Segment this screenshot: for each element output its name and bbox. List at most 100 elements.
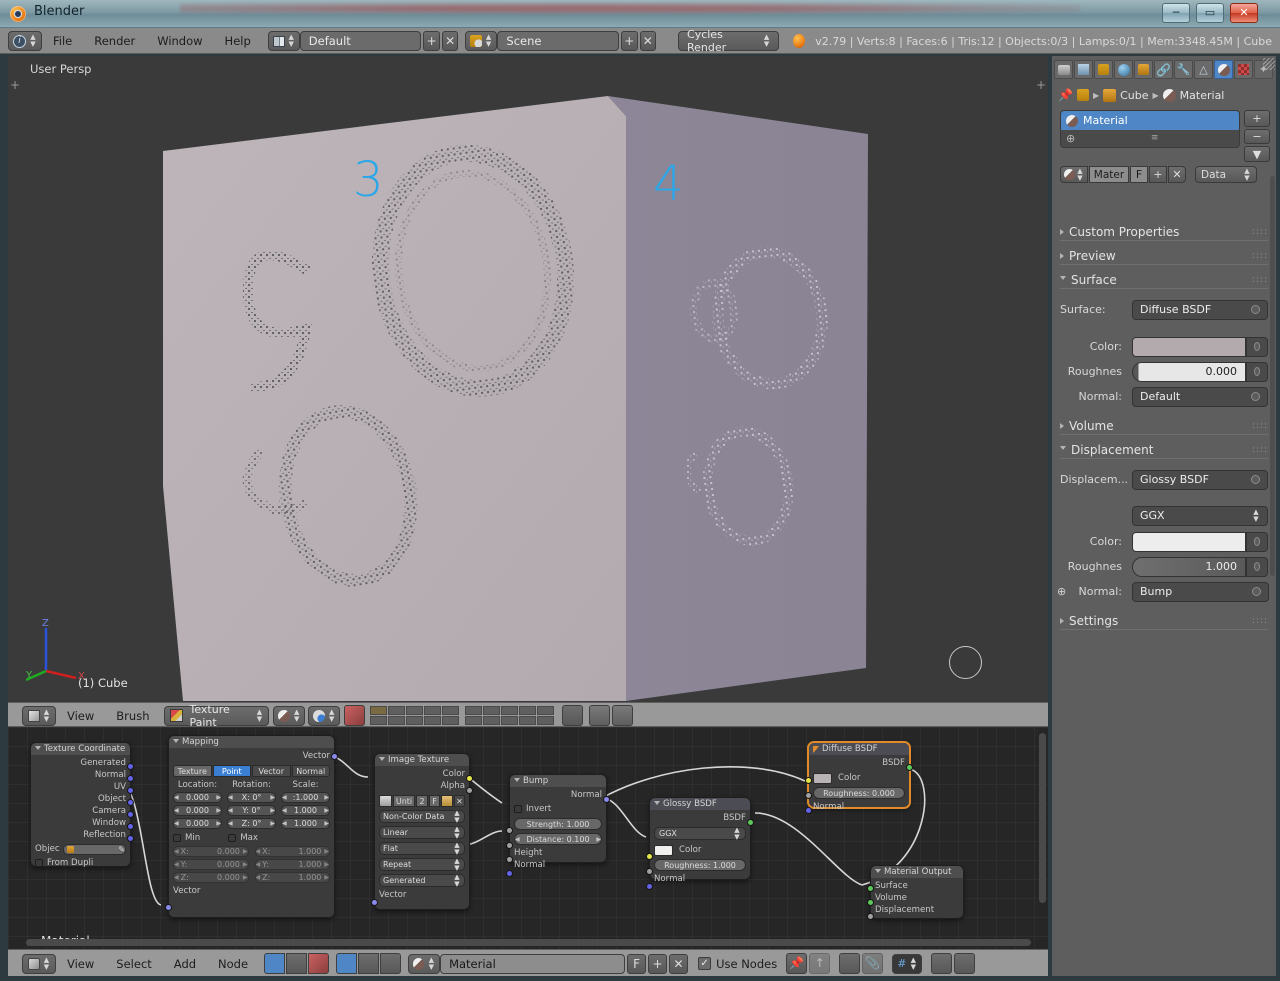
tab-scene[interactable]: [1094, 60, 1113, 79]
pivot-point-selector[interactable]: ▲ ▼: [308, 705, 341, 726]
breadcrumb[interactable]: 📌 ▶ Cube ▶ Material: [1058, 86, 1224, 104]
output-socket-color[interactable]: [466, 775, 473, 782]
layer-cell[interactable]: [370, 706, 388, 715]
material-unlink-button[interactable]: ✕: [669, 953, 689, 974]
unlink-image-button[interactable]: ✕: [454, 795, 465, 807]
collapse-triangle-icon[interactable]: [379, 756, 385, 764]
tab-render[interactable]: [1054, 60, 1073, 79]
layer-grid-primary[interactable]: [370, 706, 460, 725]
layer-cell[interactable]: [519, 716, 537, 725]
expand-triangle-icon[interactable]: [1060, 422, 1064, 429]
auto-offset-button[interactable]: [839, 953, 861, 974]
image-datablock-row[interactable]: Unti 2 F ✕: [379, 795, 465, 807]
displacement-roughness-link-button[interactable]: [1246, 556, 1268, 577]
output-socket-bsdf[interactable]: [747, 819, 754, 826]
displacement-roughness-slider[interactable]: 1.000: [1132, 556, 1246, 577]
layer-cell[interactable]: [537, 706, 555, 715]
section-settings[interactable]: Settings ::::: [1060, 612, 1268, 630]
strength-field[interactable]: Strength: 1.000: [514, 818, 602, 830]
delete-scene-button[interactable]: ✕: [639, 31, 657, 51]
layer-cell[interactable]: [370, 716, 388, 725]
new-layout-button[interactable]: +: [423, 31, 440, 51]
screen-layout-field[interactable]: Default: [299, 31, 422, 51]
max-checkbox[interactable]: [228, 834, 237, 842]
unlink-material-button[interactable]: ✕: [1168, 166, 1186, 183]
minmax-toggle-row[interactable]: Min Max: [173, 833, 330, 843]
open-image-icon[interactable]: [441, 795, 453, 807]
image-icon[interactable]: [379, 795, 392, 807]
link-socket-icon[interactable]: [1254, 342, 1260, 351]
collapse-triangle-icon[interactable]: [1060, 276, 1066, 283]
surface-shader-row[interactable]: Surface: Diffuse BSDF: [1060, 299, 1268, 320]
roughness-field[interactable]: Roughness: 0.000: [813, 787, 905, 799]
screen-layout-icon-button[interactable]: ▲ ▼: [267, 31, 300, 51]
displacement-normal-row[interactable]: ⊕ Normal: Bump: [1057, 581, 1269, 602]
image-users-count[interactable]: 2: [416, 795, 428, 807]
expand-triangle-icon[interactable]: [1060, 617, 1064, 624]
slot-brush-button[interactable]: [380, 953, 402, 974]
collapse-triangle-icon[interactable]: [813, 745, 819, 753]
node-header[interactable]: Image Texture: [375, 754, 469, 766]
invert-row[interactable]: Invert: [514, 803, 602, 815]
tab-render-layers[interactable]: [1074, 60, 1093, 79]
material-datablock-row[interactable]: ▲ ▼ Mater F + ✕ Data ▲ ▼: [1060, 166, 1257, 183]
render-button[interactable]: [589, 705, 611, 726]
collapse-triangle-icon[interactable]: [35, 745, 41, 753]
render-engine-selector[interactable]: Cycles Render ▲ ▼: [678, 28, 780, 54]
material-specials-button[interactable]: ▼: [1244, 146, 1270, 162]
displacement-normal-dropdown[interactable]: Bump: [1132, 581, 1269, 602]
copy-nodes-button[interactable]: [931, 953, 953, 974]
tab-world[interactable]: [1114, 60, 1133, 79]
image-name-field[interactable]: Unti: [393, 795, 415, 807]
toolshelf-expand-icon[interactable]: +: [10, 78, 20, 92]
expand-triangle-icon[interactable]: [1060, 252, 1064, 259]
shader-type-linestyle-button[interactable]: [308, 953, 330, 974]
node-editor[interactable]: Texture Coordinate Generated Normal UV O…: [8, 727, 1048, 949]
layer-cell[interactable]: [424, 706, 442, 715]
output-socket-vector[interactable]: [331, 753, 338, 760]
color-row[interactable]: Color: [654, 844, 746, 856]
node-header[interactable]: Glossy BSDF: [650, 798, 750, 810]
node-editor-horizontal-scrollbar[interactable]: [26, 939, 1031, 946]
output-socket-uv[interactable]: [127, 787, 134, 794]
node-header[interactable]: Material Output: [871, 866, 963, 878]
input-socket-surface[interactable]: [867, 885, 874, 892]
browse-material-button[interactable]: ▲ ▼: [1060, 166, 1088, 183]
material-fake-user-button[interactable]: F: [1130, 166, 1148, 183]
new-scene-button[interactable]: +: [621, 31, 638, 51]
layer-cell[interactable]: [537, 716, 555, 725]
tab-texture[interactable]: Texture: [173, 765, 212, 777]
shader-type-world-button[interactable]: [286, 953, 308, 974]
interpolation-dropdown[interactable]: Linear ▲ ▼: [379, 825, 465, 839]
roughness-field[interactable]: Roughness: 1.000: [654, 859, 746, 871]
rotation-y-field[interactable]: ◀ Y: 0° ▶: [227, 805, 276, 816]
input-socket-strength[interactable]: [506, 827, 513, 834]
node-glossy-bsdf[interactable]: Glossy BSDF BSDF GGX ▲ ▼ Color Roughness: …: [646, 797, 754, 890]
image-fake-user-button[interactable]: F: [429, 795, 440, 807]
layer-cell[interactable]: [388, 706, 406, 715]
slot-world-button[interactable]: [358, 953, 380, 974]
scene-name-field[interactable]: Scene: [497, 31, 620, 51]
displacement-shader-dropdown[interactable]: Glossy BSDF: [1132, 469, 1268, 490]
node-image-texture-body[interactable]: Image Texture Color Alpha Unti 2 F ✕ Non…: [371, 753, 473, 910]
input-socket-distance[interactable]: [506, 842, 513, 849]
layer-cell[interactable]: [465, 706, 483, 715]
object-field[interactable]: ✎: [62, 843, 126, 855]
rotation-z-field[interactable]: ◀ Z: 0° ▶: [227, 818, 276, 829]
paste-nodes-button[interactable]: [954, 953, 976, 974]
use-nodes-toggle[interactable]: ✓ Use Nodes: [698, 957, 777, 971]
shader-type-toggle-group[interactable]: [264, 953, 330, 974]
input-socket-volume[interactable]: [867, 899, 874, 906]
material-slot-item[interactable]: Material: [1061, 111, 1239, 130]
displacement-color-link-button[interactable]: [1246, 531, 1268, 552]
projection-dropdown[interactable]: Flat ▲ ▼: [379, 841, 465, 855]
texture-paint-toggle-button[interactable]: [344, 705, 366, 726]
material-new-button[interactable]: +: [648, 953, 668, 974]
expand-triangle-icon[interactable]: [1060, 228, 1064, 235]
node-menu-add[interactable]: Add: [163, 954, 207, 974]
3d-viewport[interactable]: User Persp + + 3 4 Z X Y (1) Cube: [8, 56, 1048, 702]
breadcrumb-material[interactable]: Material: [1180, 89, 1225, 102]
output-socket-normal[interactable]: [127, 775, 134, 782]
link-drag-button[interactable]: 📎: [862, 953, 884, 974]
node-menu-node[interactable]: Node: [207, 954, 259, 974]
